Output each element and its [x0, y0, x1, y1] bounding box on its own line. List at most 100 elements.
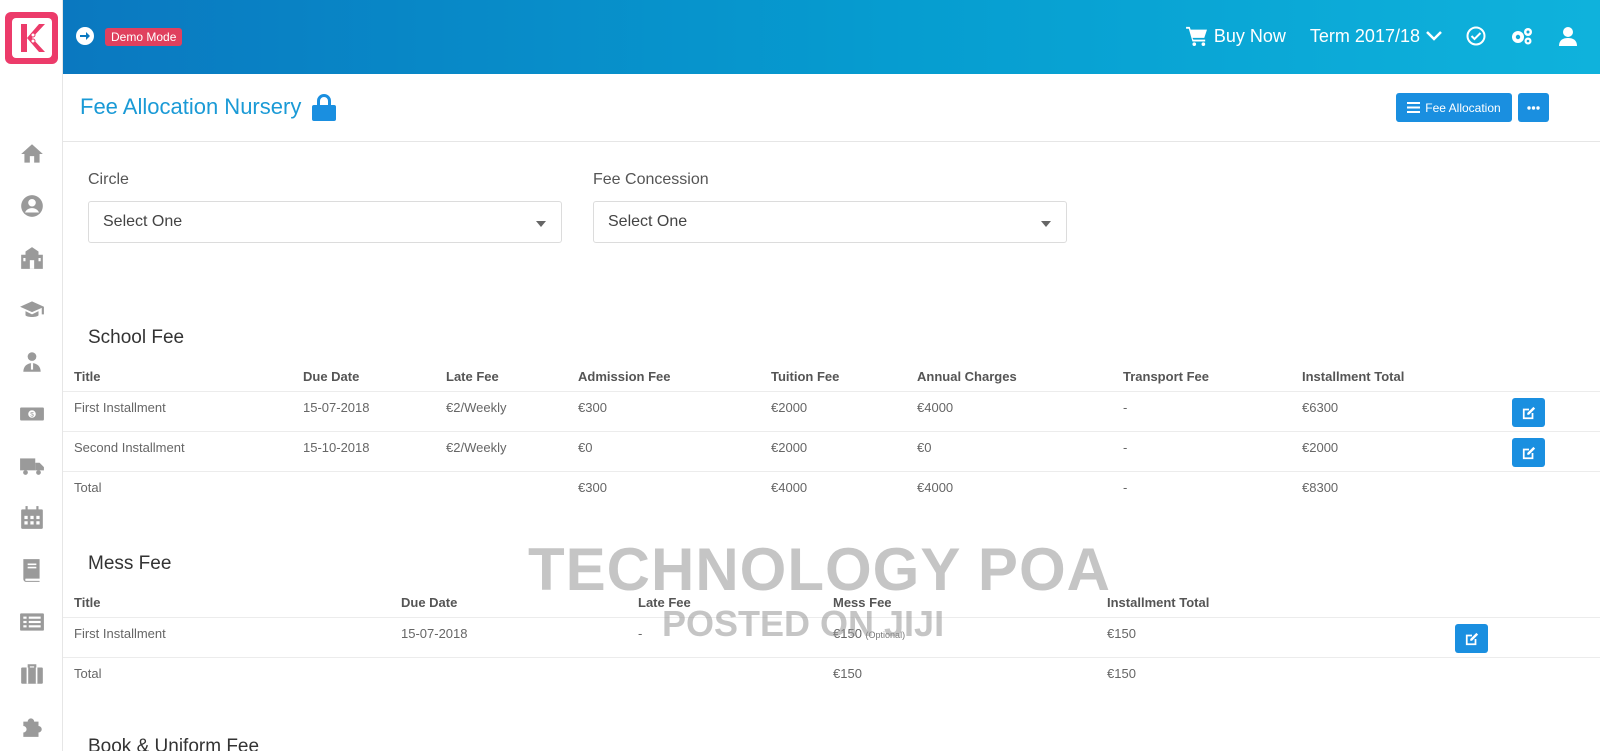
mess-fee-title: Mess Fee [88, 553, 172, 574]
cell: 15-07-2018 [401, 626, 468, 641]
sidebar-puzzle-icon[interactable] [16, 710, 48, 742]
column-header: Annual Charges [917, 369, 1017, 384]
column-header: Transport Fee [1123, 369, 1209, 384]
buy-now-button[interactable]: Buy Now [1185, 25, 1286, 47]
circle-select-value: Select One [103, 213, 183, 230]
app-root: $ Demo Mode Buy Now Term 2017/18 Fee All… [0, 0, 1600, 751]
school-fee-table: Title Due Date Late Fee Admission Fee Tu… [63, 363, 1600, 513]
demo-mode-badge: Demo Mode [105, 28, 183, 46]
caret-down-icon [536, 221, 546, 227]
gears-icon [1512, 28, 1532, 45]
cell: €2000 [771, 400, 808, 415]
sidebar: $ [0, 0, 63, 751]
cell: €150 [1107, 666, 1136, 681]
circle-label: Circle [88, 171, 129, 188]
check-circle-icon [1466, 26, 1486, 46]
svg-text:$: $ [30, 412, 34, 419]
term-dropdown[interactable]: Term 2017/18 [1310, 26, 1442, 47]
top-bar: Demo Mode Buy Now Term 2017/18 [63, 0, 1600, 74]
sidebar-list-icon[interactable] [16, 606, 48, 638]
more-options-button[interactable] [1518, 93, 1549, 122]
sidebar-user-circle-icon[interactable] [16, 190, 48, 222]
sidebar-calendar-icon[interactable] [16, 502, 48, 534]
page-title-text: Fee Allocation Nursery [80, 94, 302, 119]
cell: Second Installment [74, 440, 185, 455]
cell: - [638, 626, 643, 641]
row-divider [63, 431, 1600, 432]
cell: - [1123, 400, 1128, 415]
column-header: Due Date [401, 595, 458, 610]
check-circle-button[interactable] [1466, 26, 1486, 46]
fee-concession-select[interactable]: Select One [593, 201, 1067, 243]
sidebar-money-icon[interactable]: $ [16, 398, 48, 430]
column-header: Tuition Fee [771, 369, 840, 384]
column-header: Admission Fee [578, 369, 671, 384]
sidebar-graduation-cap-icon[interactable] [16, 294, 48, 326]
fee-allocation-button[interactable]: Fee Allocation [1396, 93, 1512, 122]
toggle-sidebar-arrow-icon[interactable] [75, 26, 95, 46]
cell: €4000 [771, 480, 808, 495]
sidebar-truck-icon[interactable] [16, 450, 48, 482]
column-header: Title [74, 595, 101, 610]
sidebar-teacher-icon[interactable] [16, 346, 48, 378]
buy-now-label: Buy Now [1213, 25, 1286, 46]
logo-k-icon [11, 18, 52, 58]
cell: €300 [578, 400, 607, 415]
cell: €0 [578, 440, 593, 455]
edit-row-button[interactable] [1455, 624, 1488, 653]
cell: €0 [917, 440, 932, 455]
fee-concession-label: Fee Concession [593, 171, 709, 188]
total-label: Total [74, 480, 102, 495]
edit-icon [1522, 446, 1535, 459]
sidebar-home-icon[interactable] [16, 138, 48, 170]
user-icon [1559, 27, 1577, 46]
row-divider [63, 657, 1600, 658]
chevron-down-icon [1426, 31, 1442, 41]
cell: €150 [833, 666, 862, 681]
sidebar-school-icon[interactable] [16, 242, 48, 274]
book-uniform-fee-title: Book & Uniform Fee [88, 736, 260, 751]
circle-select[interactable]: Select One [88, 201, 562, 243]
page-title: Fee Allocation Nursery [80, 92, 337, 122]
column-header: Late Fee [446, 369, 499, 384]
watermark-line-1: TECHNOLOGY POA [528, 536, 1111, 603]
edit-icon [1522, 406, 1535, 419]
cell: €2/Weekly [446, 400, 507, 415]
top-bar-actions: Buy Now Term 2017/18 [1185, 20, 1578, 52]
list-bars-icon [1407, 102, 1421, 113]
cell: €4000 [917, 400, 954, 415]
total-label: Total [74, 666, 102, 681]
cell: First Installment [74, 400, 166, 415]
cell: €2/Weekly [446, 440, 507, 455]
row-divider [63, 471, 1600, 472]
school-fee-title: School Fee [88, 327, 185, 348]
cell: - [1123, 440, 1128, 455]
cart-icon [1185, 26, 1207, 46]
cell: €150 [1107, 626, 1136, 641]
page-header: Fee Allocation Nursery Fee Allocation [63, 74, 1600, 142]
cell: €2000 [771, 440, 808, 455]
user-profile-button[interactable] [1558, 26, 1578, 46]
settings-button[interactable] [1510, 26, 1534, 46]
edit-row-button[interactable] [1512, 438, 1545, 467]
edit-icon [1465, 632, 1478, 645]
sidebar-book-icon[interactable] [16, 554, 48, 586]
caret-down-icon [1041, 221, 1051, 227]
cell: €6300 [1302, 400, 1339, 415]
cell: €300 [578, 480, 607, 495]
fee-allocation-label: Fee Allocation [1425, 100, 1501, 115]
column-header: Installment Total [1107, 595, 1210, 610]
cell: 15-10-2018 [303, 440, 370, 455]
ellipsis-icon [1527, 105, 1540, 110]
lock-icon [312, 94, 337, 121]
sidebar-briefcase-icon[interactable] [16, 658, 48, 690]
watermark-line-2: POSTED ON JIJI [662, 603, 945, 644]
cell: First Installment [74, 626, 166, 641]
cell: €4000 [917, 480, 954, 495]
term-label: Term 2017/18 [1309, 25, 1420, 46]
app-logo[interactable] [5, 12, 58, 64]
cell: 15-07-2018 [303, 400, 370, 415]
cell: €2000 [1302, 440, 1339, 455]
edit-row-button[interactable] [1512, 398, 1545, 427]
row-divider [63, 391, 1600, 392]
